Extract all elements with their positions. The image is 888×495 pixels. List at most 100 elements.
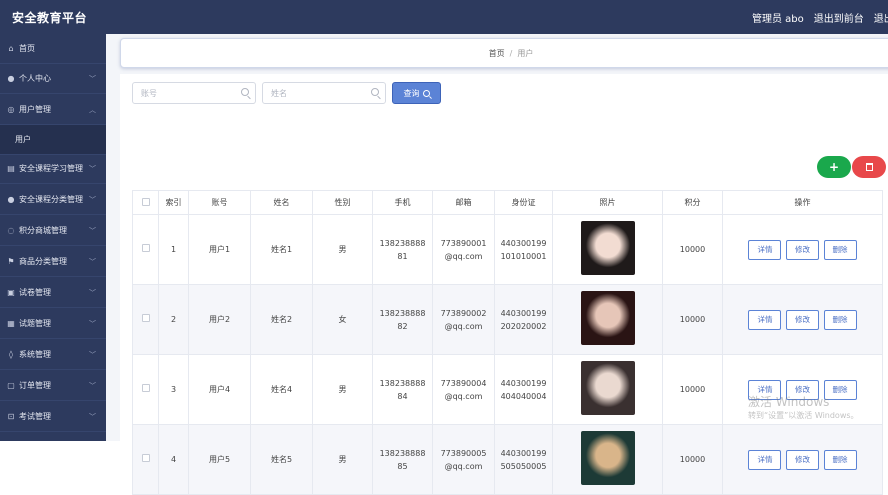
sidebar-item-system[interactable]: ◊ 系统管理 ﹀ bbox=[0, 340, 106, 370]
sidebar-item-orders[interactable]: ▢ 订单管理 ﹀ bbox=[0, 371, 106, 401]
cell-name: 姓名2 bbox=[250, 284, 313, 355]
back-to-front-link[interactable]: 退出到前台 bbox=[814, 10, 864, 25]
cell-email: 773890001@qq.com bbox=[432, 214, 495, 285]
sidebar-item-label: 商品分类管理 bbox=[19, 257, 67, 266]
select-all-checkbox[interactable] bbox=[141, 197, 150, 206]
cell-phone: 13823888882 bbox=[372, 284, 433, 355]
cell-email: 773890005@qq.com bbox=[432, 424, 495, 495]
sidebar-item-label: 考试管理 bbox=[19, 412, 51, 421]
header-email: 邮箱 bbox=[432, 190, 495, 215]
id-card-text: 440300199404040004 bbox=[500, 378, 547, 401]
cell-email: 773890004@qq.com bbox=[432, 354, 495, 425]
header-select-all[interactable] bbox=[132, 190, 159, 215]
cell-name: 姓名1 bbox=[250, 214, 313, 285]
sidebar-item-home[interactable]: ⌂ 首页 bbox=[0, 34, 106, 64]
top-bar: 安全教育平台 管理员 abo 退出到前台 退出登录 bbox=[0, 0, 888, 34]
cell-photo bbox=[552, 354, 663, 425]
sidebar: ⌂ 首页 ● 个人中心 ﹀ ◎ 用户管理 ︿ 用户 ▤ 安全课程学习管理 ﹀ ●… bbox=[0, 34, 106, 441]
chevron-down-icon: ﹀ bbox=[89, 320, 96, 328]
sidebar-item-course-category[interactable]: ● 安全课程分类管理 ﹀ bbox=[0, 185, 106, 215]
sidebar-item-label: 试卷管理 bbox=[19, 288, 51, 297]
logout-link[interactable]: 退出登录 bbox=[874, 10, 888, 25]
table-row: 4 用户5 姓名5 男 13823888885 773890005@qq.com… bbox=[132, 424, 883, 495]
user-photo bbox=[580, 360, 635, 415]
delete-button[interactable]: 删除 bbox=[823, 449, 857, 470]
chevron-down-icon: ﹀ bbox=[89, 227, 96, 235]
main-content: 首页 / 用户 账号 姓名 查询 + 索引 账号 姓名 性别 手机 邮箱 身份证… bbox=[106, 34, 888, 495]
user-photo bbox=[580, 290, 635, 345]
order-icon: ▢ bbox=[7, 381, 15, 390]
account-search-input[interactable]: 账号 bbox=[132, 82, 256, 104]
admin-label: 管理员 abo bbox=[752, 14, 804, 25]
sidebar-item-user-management[interactable]: ◎ 用户管理 ︿ bbox=[0, 95, 106, 125]
cell-photo bbox=[552, 284, 663, 355]
header-account: 账号 bbox=[188, 190, 251, 215]
cell-index: 2 bbox=[158, 284, 189, 355]
sidebar-item-label: 订单管理 bbox=[19, 381, 51, 390]
delete-button[interactable]: 删除 bbox=[823, 239, 857, 260]
cell-account: 用户5 bbox=[188, 424, 251, 495]
header-index: 索引 bbox=[158, 190, 189, 215]
cell-name: 姓名4 bbox=[250, 354, 313, 425]
chevron-up-icon: ︿ bbox=[89, 106, 96, 114]
batch-delete-button[interactable] bbox=[852, 156, 886, 178]
email-text: 773890002@qq.com bbox=[440, 308, 487, 331]
sidebar-item-points-mall[interactable]: ◌ 积分商城管理 ﹀ bbox=[0, 216, 106, 246]
cell-phone: 13823888884 bbox=[372, 354, 433, 425]
sidebar-item-course-study[interactable]: ▤ 安全课程学习管理 ﹀ bbox=[0, 154, 106, 184]
detail-button[interactable]: 详情 bbox=[748, 309, 782, 330]
add-button[interactable]: + bbox=[817, 156, 851, 178]
cell-account: 用户2 bbox=[188, 284, 251, 355]
id-card-text: 440300199505050005 bbox=[500, 448, 547, 471]
cell-phone: 13823888881 bbox=[372, 214, 433, 285]
sidebar-item-exam-paper[interactable]: ▣ 试卷管理 ﹀ bbox=[0, 278, 106, 308]
cell-account: 用户4 bbox=[188, 354, 251, 425]
phone-text: 13823888882 bbox=[379, 308, 426, 331]
sidebar-item-personal-center[interactable]: ● 个人中心 ﹀ bbox=[0, 64, 106, 94]
edit-button[interactable]: 修改 bbox=[786, 309, 819, 330]
user-table: 索引 账号 姓名 性别 手机 邮箱 身份证 照片 积分 操作 1 用户1 姓名1… bbox=[132, 190, 883, 495]
email-text: 773890005@qq.com bbox=[440, 448, 487, 471]
sidebar-item-label: 试题管理 bbox=[19, 319, 51, 328]
chevron-down-icon: ﹀ bbox=[89, 382, 96, 390]
user-photo bbox=[580, 220, 635, 275]
cell-points: 10000 bbox=[662, 354, 723, 425]
email-text: 773890004@qq.com bbox=[440, 378, 487, 401]
detail-button[interactable]: 详情 bbox=[748, 239, 782, 260]
sidebar-item-product-category[interactable]: ⚑ 商品分类管理 ﹀ bbox=[0, 247, 106, 277]
delete-button[interactable]: 删除 bbox=[823, 309, 857, 330]
row-checkbox[interactable] bbox=[141, 454, 150, 462]
edit-button[interactable]: 修改 bbox=[786, 239, 819, 260]
sidebar-item-users[interactable]: 用户 bbox=[0, 125, 106, 155]
name-search-input[interactable]: 姓名 bbox=[262, 82, 386, 104]
header-points: 积分 bbox=[662, 190, 723, 215]
sidebar-item-label: 个人中心 bbox=[19, 74, 51, 83]
account-placeholder: 账号 bbox=[141, 88, 157, 98]
cell-points: 10000 bbox=[662, 424, 723, 495]
top-right-links: 管理员 abo 退出到前台 退出登录 bbox=[752, 10, 888, 25]
chevron-down-icon: ﹀ bbox=[89, 413, 96, 421]
cell-name: 姓名5 bbox=[250, 424, 313, 495]
row-checkbox[interactable] bbox=[141, 314, 150, 322]
breadcrumb: 首页 / 用户 bbox=[120, 38, 888, 68]
user-photo bbox=[580, 430, 635, 485]
cell-photo bbox=[552, 214, 663, 285]
question-icon: ▦ bbox=[7, 319, 15, 328]
detail-button[interactable]: 详情 bbox=[748, 449, 782, 470]
row-checkbox[interactable] bbox=[141, 384, 150, 392]
cell-id-card: 440300199404040004 bbox=[494, 354, 553, 425]
id-card-text: 440300199101010001 bbox=[500, 238, 547, 261]
edit-button[interactable]: 修改 bbox=[786, 449, 819, 470]
breadcrumb-home[interactable]: 首页 bbox=[489, 48, 505, 59]
cell-photo bbox=[552, 424, 663, 495]
sidebar-item-label: 安全课程学习管理 bbox=[19, 164, 83, 173]
user-icon: ● bbox=[7, 74, 15, 83]
row-checkbox[interactable] bbox=[141, 244, 150, 252]
breadcrumb-separator: / bbox=[509, 48, 513, 58]
cell-id-card: 440300199101010001 bbox=[494, 214, 553, 285]
sidebar-item-questions[interactable]: ▦ 试题管理 ﹀ bbox=[0, 309, 106, 339]
sidebar-item-exam[interactable]: ⊡ 考试管理 ﹀ bbox=[0, 402, 106, 432]
chevron-down-icon: ﹀ bbox=[89, 165, 96, 173]
settings-icon: ◊ bbox=[9, 350, 13, 359]
query-button[interactable]: 查询 bbox=[392, 82, 441, 104]
